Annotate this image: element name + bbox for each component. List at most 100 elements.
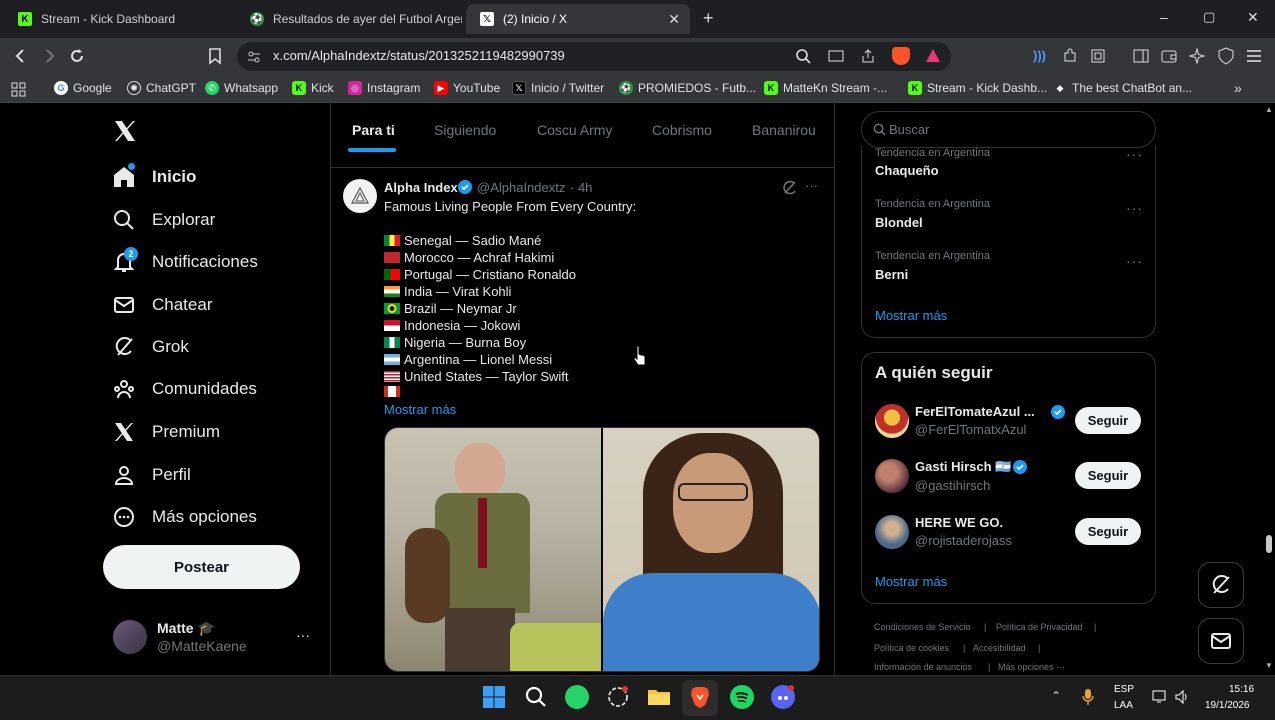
chatgpt-icon[interactable] [606, 685, 630, 709]
footer-link[interactable]: Política de Privacidad [996, 622, 1083, 632]
sidebar-toggle-icon[interactable] [1133, 48, 1149, 64]
url-text[interactable]: x.com/AlphaIndextz/status/20132521194829… [273, 48, 565, 63]
x-logo-icon[interactable] [112, 118, 138, 144]
back-icon[interactable] [12, 47, 30, 65]
brave-shields-icon[interactable] [892, 47, 910, 65]
tab-coscu-army[interactable]: Coscu Army [537, 122, 612, 138]
bookmark-kick-dashboard[interactable]: K Stream - Kick Dashb... [908, 81, 1047, 95]
scrollbar[interactable]: ▲ ▼ [1263, 103, 1275, 675]
tweet-author[interactable]: Alpha Index [384, 180, 458, 195]
spotify-icon[interactable] [730, 685, 754, 709]
minimize-button[interactable]: – [1160, 9, 1168, 25]
avatar[interactable] [875, 515, 909, 549]
footer-link[interactable]: Condiciones de Servicio [874, 622, 971, 632]
nav-premium[interactable]: Premium [112, 420, 220, 444]
grok-explain-icon[interactable] [782, 180, 797, 195]
bookmark-instagram[interactable]: ◎ Instagram [348, 81, 420, 95]
volume-icon[interactable] [1174, 689, 1190, 705]
tray-overflow-icon[interactable]: ⌃ [1051, 689, 1061, 703]
close-tab-icon[interactable]: ✕ [668, 11, 680, 28]
post-button[interactable]: Postear [103, 545, 300, 589]
trend-more-icon[interactable]: ··· [1126, 146, 1143, 162]
nav-explore[interactable]: Explorar [112, 208, 215, 232]
account-more-icon[interactable]: ··· [296, 627, 310, 643]
avatar[interactable] [875, 404, 909, 438]
tweet-image-right[interactable] [603, 428, 819, 671]
bookmark-kick[interactable]: K Kick [292, 81, 334, 95]
network-icon[interactable] [1152, 689, 1168, 705]
bookmark-chatgpt[interactable]: ✺ ChatGPT [127, 81, 196, 95]
follow-button[interactable]: Seguir [1075, 518, 1141, 545]
scroll-down-icon[interactable]: ▼ [1265, 661, 1273, 670]
zoom-icon[interactable] [795, 48, 811, 64]
follow-button[interactable]: Seguir [1075, 407, 1141, 434]
browser-tab-promiedos[interactable]: ⚽ Resultados de ayer del Futbol Argent [236, 4, 462, 34]
share-icon[interactable] [860, 48, 876, 64]
tweet-image-left[interactable] [385, 428, 601, 671]
new-tab-button[interactable]: + [703, 8, 714, 29]
folder-icon[interactable] [647, 685, 671, 709]
bookmark-icon[interactable] [207, 47, 223, 65]
avatar[interactable] [875, 459, 909, 493]
trends-show-more[interactable]: Mostrar más [875, 308, 947, 323]
nav-more-options[interactable]: Más opciones [112, 505, 257, 529]
search-icon[interactable] [524, 685, 548, 709]
footer-link[interactable]: Información de anuncios [874, 662, 972, 672]
whatsapp-icon[interactable] [565, 685, 589, 709]
account-name[interactable]: Matte 🎓 [157, 620, 215, 637]
tab-siguiendo[interactable]: Siguiendo [434, 122, 496, 138]
avatar[interactable] [113, 620, 147, 654]
tab-bananirou[interactable]: Bananirou [752, 122, 816, 138]
wallet-icon[interactable] [1161, 48, 1177, 64]
trend-more-icon[interactable]: ··· [1126, 253, 1143, 269]
menu-icon[interactable] [1246, 48, 1262, 64]
reload-icon[interactable] [68, 47, 86, 65]
forward-icon[interactable] [40, 47, 58, 65]
bookmark-promiedos[interactable]: ⚽ PROMIEDOS - Futb... [619, 81, 756, 95]
clock-time[interactable]: 15:16 [1229, 684, 1254, 695]
nav-grok[interactable]: Grok [112, 335, 189, 359]
site-info-icon[interactable] [247, 50, 261, 64]
windows-start-icon[interactable] [482, 685, 506, 709]
browser-tab-kick[interactable]: K Stream - Kick Dashboard [4, 4, 232, 34]
bookmark-chatbot[interactable]: ◆ The best ChatBot an... [1053, 81, 1193, 95]
messages-float-button[interactable] [1198, 618, 1244, 664]
follow-name[interactable]: Gasti Hirsch 🇦🇷 [915, 459, 1011, 475]
bookmark-whatsapp[interactable]: ✆ Whatsapp [205, 81, 278, 95]
bookmark-twitter[interactable]: 𝕏 Inicio / Twitter [512, 81, 604, 95]
scroll-up-icon[interactable]: ▲ [1265, 105, 1273, 114]
follow-name[interactable]: FerElTomateAzul ... [915, 404, 1035, 419]
footer-link[interactable]: Más opciones ··· [998, 662, 1065, 672]
microphone-icon[interactable] [1082, 688, 1094, 706]
tweet-more-icon[interactable]: ··· [805, 178, 818, 193]
extensions-icon[interactable] [1062, 48, 1078, 64]
language-code[interactable]: ESP [1114, 684, 1134, 695]
trend-name[interactable]: Berni [875, 267, 908, 282]
trend-name[interactable]: Chaqueño [875, 163, 939, 178]
scrollbar-thumb[interactable] [1266, 535, 1272, 553]
brave-icon[interactable] [688, 685, 712, 709]
brave-rewards-icon[interactable] [925, 48, 941, 64]
discord-icon[interactable] [771, 685, 795, 709]
maximize-button[interactable]: ▢ [1203, 9, 1215, 25]
nav-communities[interactable]: Comunidades [112, 377, 257, 401]
follow-show-more[interactable]: Mostrar más [875, 574, 947, 589]
bookmark-mattekn[interactable]: K MatteKn Stream -... [764, 81, 887, 95]
nav-home[interactable]: Inicio [112, 165, 196, 189]
trend-name[interactable]: Blondel [875, 215, 923, 230]
tweet-media[interactable] [384, 427, 820, 672]
speech-icon[interactable]: ))) [1033, 48, 1046, 63]
grok-float-button[interactable] [1198, 562, 1244, 608]
tweet-handle[interactable]: @AlphaIndextz [477, 180, 565, 195]
footer-link[interactable]: Accesibilidad [973, 643, 1026, 653]
follow-button[interactable]: Seguir [1075, 462, 1141, 489]
vpn-shield-icon[interactable] [1218, 47, 1234, 65]
browser-tab-x[interactable]: 𝕏 (2) Inicio / X ✕ [466, 4, 690, 34]
footer-link[interactable]: Política de cookies [874, 643, 949, 653]
tab-para-ti[interactable]: Para ti [352, 122, 395, 138]
clock-date[interactable]: 19/1/2026 [1205, 700, 1250, 711]
show-more-link[interactable]: Mostrar más [384, 402, 456, 417]
tweet-time[interactable]: · 4h [570, 180, 592, 195]
screenshot-icon[interactable] [1090, 48, 1106, 64]
nav-chat[interactable]: Chatear [112, 293, 212, 317]
